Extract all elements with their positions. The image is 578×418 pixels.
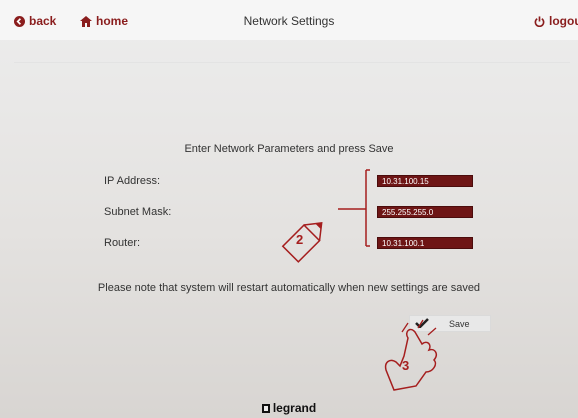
page-title: Network Settings [243, 14, 335, 28]
subnet-mask-label: Subnet Mask: [104, 206, 172, 218]
legrand-logo: legrand [0, 401, 578, 415]
step-3-callout: 3 [378, 318, 450, 401]
restart-note: Please note that system will restart aut… [97, 282, 481, 294]
legrand-mark-icon [261, 403, 270, 413]
router-label: Router: [104, 237, 141, 249]
router-input[interactable] [377, 237, 473, 249]
brand-name: legrand [272, 401, 317, 415]
save-label: Save [449, 318, 470, 329]
power-icon [534, 15, 545, 27]
logout-label: logout [549, 14, 578, 28]
instruction-text: Enter Network Parameters and press Save [184, 143, 394, 155]
header-divider [14, 62, 570, 63]
subnet-mask-input[interactable] [377, 206, 473, 218]
ip-address-input[interactable] [377, 175, 473, 187]
step-2-callout: 2 [270, 208, 338, 281]
step-2-number: 2 [296, 232, 304, 247]
ip-address-label: IP Address: [104, 175, 161, 187]
step-3-number: 3 [402, 358, 410, 373]
pencil-icon [281, 222, 323, 263]
pointing-hand-icon [384, 319, 437, 391]
logout-button[interactable]: logout [534, 14, 578, 28]
